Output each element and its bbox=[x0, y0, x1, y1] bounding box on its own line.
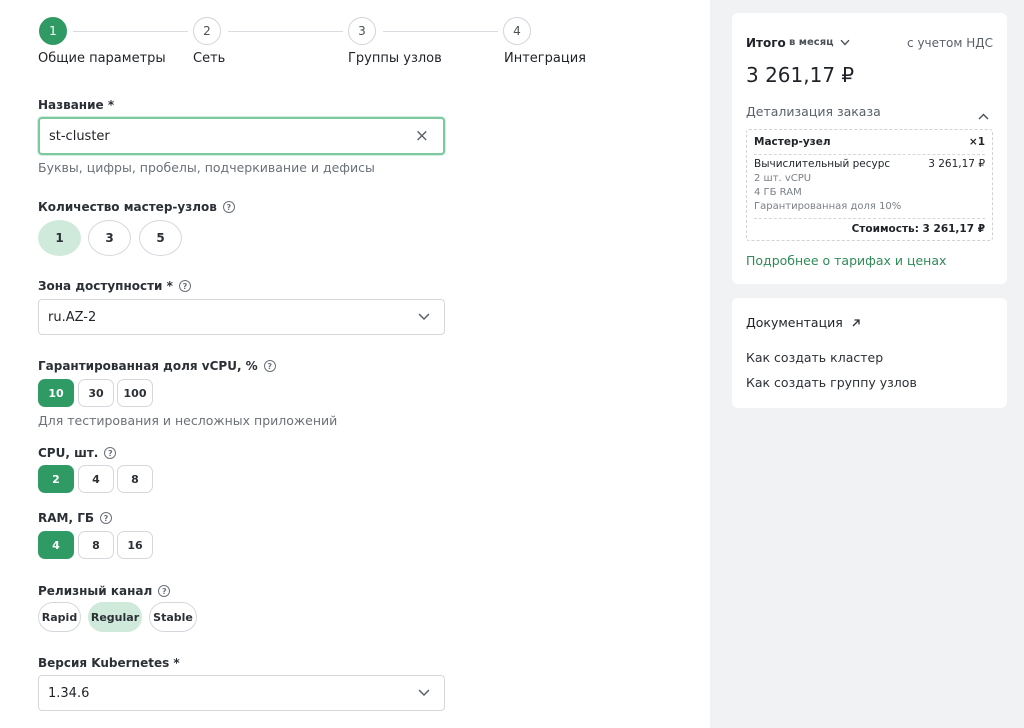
period-value: в месяц bbox=[789, 37, 834, 48]
step-2-circle[interactable]: 2 bbox=[193, 17, 221, 45]
ram-label: RAM, ГБ? bbox=[38, 511, 112, 525]
divider bbox=[754, 154, 985, 155]
step-connector bbox=[383, 31, 498, 32]
zone-label: Зона доступности *? bbox=[38, 279, 191, 293]
chevron-down-icon bbox=[418, 310, 430, 325]
channel-label: Релизный канал? bbox=[38, 584, 171, 598]
docs-link-create-cluster[interactable]: Как создать кластер bbox=[746, 350, 883, 365]
ram-option-16[interactable]: 16 bbox=[117, 531, 153, 559]
cpu-option-2[interactable]: 2 bbox=[38, 465, 74, 493]
masters-option-3[interactable]: 3 bbox=[88, 220, 131, 256]
step-4-label[interactable]: Интеграция bbox=[504, 51, 586, 66]
divider bbox=[754, 218, 985, 219]
help-icon[interactable]: ? bbox=[158, 585, 171, 597]
name-label: Название * bbox=[38, 98, 115, 112]
chevron-down-icon bbox=[840, 39, 850, 46]
masters-label: Количество мастер-узлов? bbox=[38, 200, 235, 214]
item-title: Мастер-узел bbox=[754, 136, 831, 148]
ram-option-8[interactable]: 8 bbox=[78, 531, 114, 559]
resource-line: Гарантированная доля 10% bbox=[754, 201, 902, 212]
k8s-version-label: Версия Kubernetes * bbox=[38, 656, 180, 670]
step-3-label[interactable]: Группы узлов bbox=[348, 51, 442, 66]
ram-option-4[interactable]: 4 bbox=[38, 531, 74, 559]
channel-option-regular[interactable]: Regular bbox=[88, 602, 142, 632]
docs-title: Документация bbox=[746, 315, 843, 330]
vcpu-share-option-10[interactable]: 10 bbox=[38, 379, 74, 407]
chevron-down-icon bbox=[418, 686, 430, 701]
clear-icon[interactable]: × bbox=[415, 126, 429, 146]
zone-select[interactable]: ru.AZ-2 bbox=[38, 299, 445, 335]
help-icon[interactable]: ? bbox=[100, 512, 112, 524]
resource-line: 4 ГБ RAM bbox=[754, 187, 802, 198]
masters-option-5[interactable]: 5 bbox=[139, 220, 182, 256]
right-panel: Итого в месяц с учетом НДС 3 261,17 ₽ Де… bbox=[710, 0, 1024, 728]
step-1-circle[interactable]: 1 bbox=[39, 17, 67, 45]
step-connector bbox=[73, 31, 188, 32]
docs-link-create-node-group[interactable]: Как создать группу узлов bbox=[746, 375, 917, 390]
step-1-label[interactable]: Общие параметры bbox=[38, 51, 166, 66]
external-link-icon bbox=[852, 318, 860, 326]
docs-card: Документация Как создать кластер Как соз… bbox=[732, 298, 1007, 408]
cpu-option-8[interactable]: 8 bbox=[117, 465, 153, 493]
vcpu-share-option-30[interactable]: 30 bbox=[78, 379, 114, 407]
vat-note: с учетом НДС bbox=[907, 36, 993, 50]
cpu-option-4[interactable]: 4 bbox=[78, 465, 114, 493]
k8s-version-value: 1.34.6 bbox=[48, 685, 90, 701]
vcpu-share-label: Гарантированная доля vCPU, %? bbox=[38, 359, 276, 373]
total-price: 3 261,17 ₽ bbox=[746, 63, 855, 87]
total-label: Итого bbox=[746, 36, 786, 50]
help-icon[interactable]: ? bbox=[178, 280, 191, 292]
cpu-label: CPU, шт.? bbox=[38, 446, 117, 460]
cost-line: Стоимость: 3 261,17 ₽ bbox=[851, 223, 985, 235]
tariffs-link[interactable]: Подробнее о тарифах и ценах bbox=[746, 253, 946, 268]
name-input[interactable]: st-cluster × bbox=[38, 117, 445, 155]
help-icon[interactable]: ? bbox=[222, 201, 235, 213]
summary-card: Итого в месяц с учетом НДС 3 261,17 ₽ Де… bbox=[732, 13, 1007, 284]
step-4-circle[interactable]: 4 bbox=[503, 17, 531, 45]
resource-label: Вычислительный ресурс bbox=[754, 158, 891, 170]
resource-line: 2 шт. vCPU bbox=[754, 173, 812, 184]
help-icon[interactable]: ? bbox=[104, 447, 117, 459]
docs-title-link[interactable]: Документация bbox=[746, 315, 861, 330]
step-3-circle[interactable]: 3 bbox=[348, 17, 376, 45]
vcpu-share-hint: Для тестирования и несложных приложений bbox=[38, 413, 338, 428]
k8s-version-select[interactable]: 1.34.6 bbox=[38, 675, 445, 711]
step-2-label[interactable]: Сеть bbox=[193, 51, 225, 66]
channel-option-stable[interactable]: Stable bbox=[149, 602, 197, 632]
name-hint: Буквы, цифры, пробелы, подчеркивание и д… bbox=[38, 160, 375, 175]
period-dropdown[interactable]: в месяц bbox=[789, 37, 850, 48]
details-title[interactable]: Детализация заказа bbox=[746, 104, 881, 119]
name-input-value: st-cluster bbox=[49, 128, 110, 144]
step-connector bbox=[228, 31, 343, 32]
channel-option-rapid[interactable]: Rapid bbox=[38, 602, 81, 632]
masters-option-1[interactable]: 1 bbox=[38, 220, 81, 256]
item-qty: ×1 bbox=[968, 136, 985, 148]
resource-price: 3 261,17 ₽ bbox=[928, 158, 985, 170]
zone-select-value: ru.AZ-2 bbox=[48, 309, 97, 325]
order-details-box: Мастер-узел ×1 Вычислительный ресурс 3 2… bbox=[746, 129, 993, 241]
vcpu-share-option-100[interactable]: 100 bbox=[117, 379, 153, 407]
chevron-up-icon[interactable] bbox=[978, 105, 989, 124]
main-form-area: 1 2 3 4 Общие параметры Сеть Группы узло… bbox=[0, 0, 710, 728]
help-icon[interactable]: ? bbox=[263, 360, 276, 372]
